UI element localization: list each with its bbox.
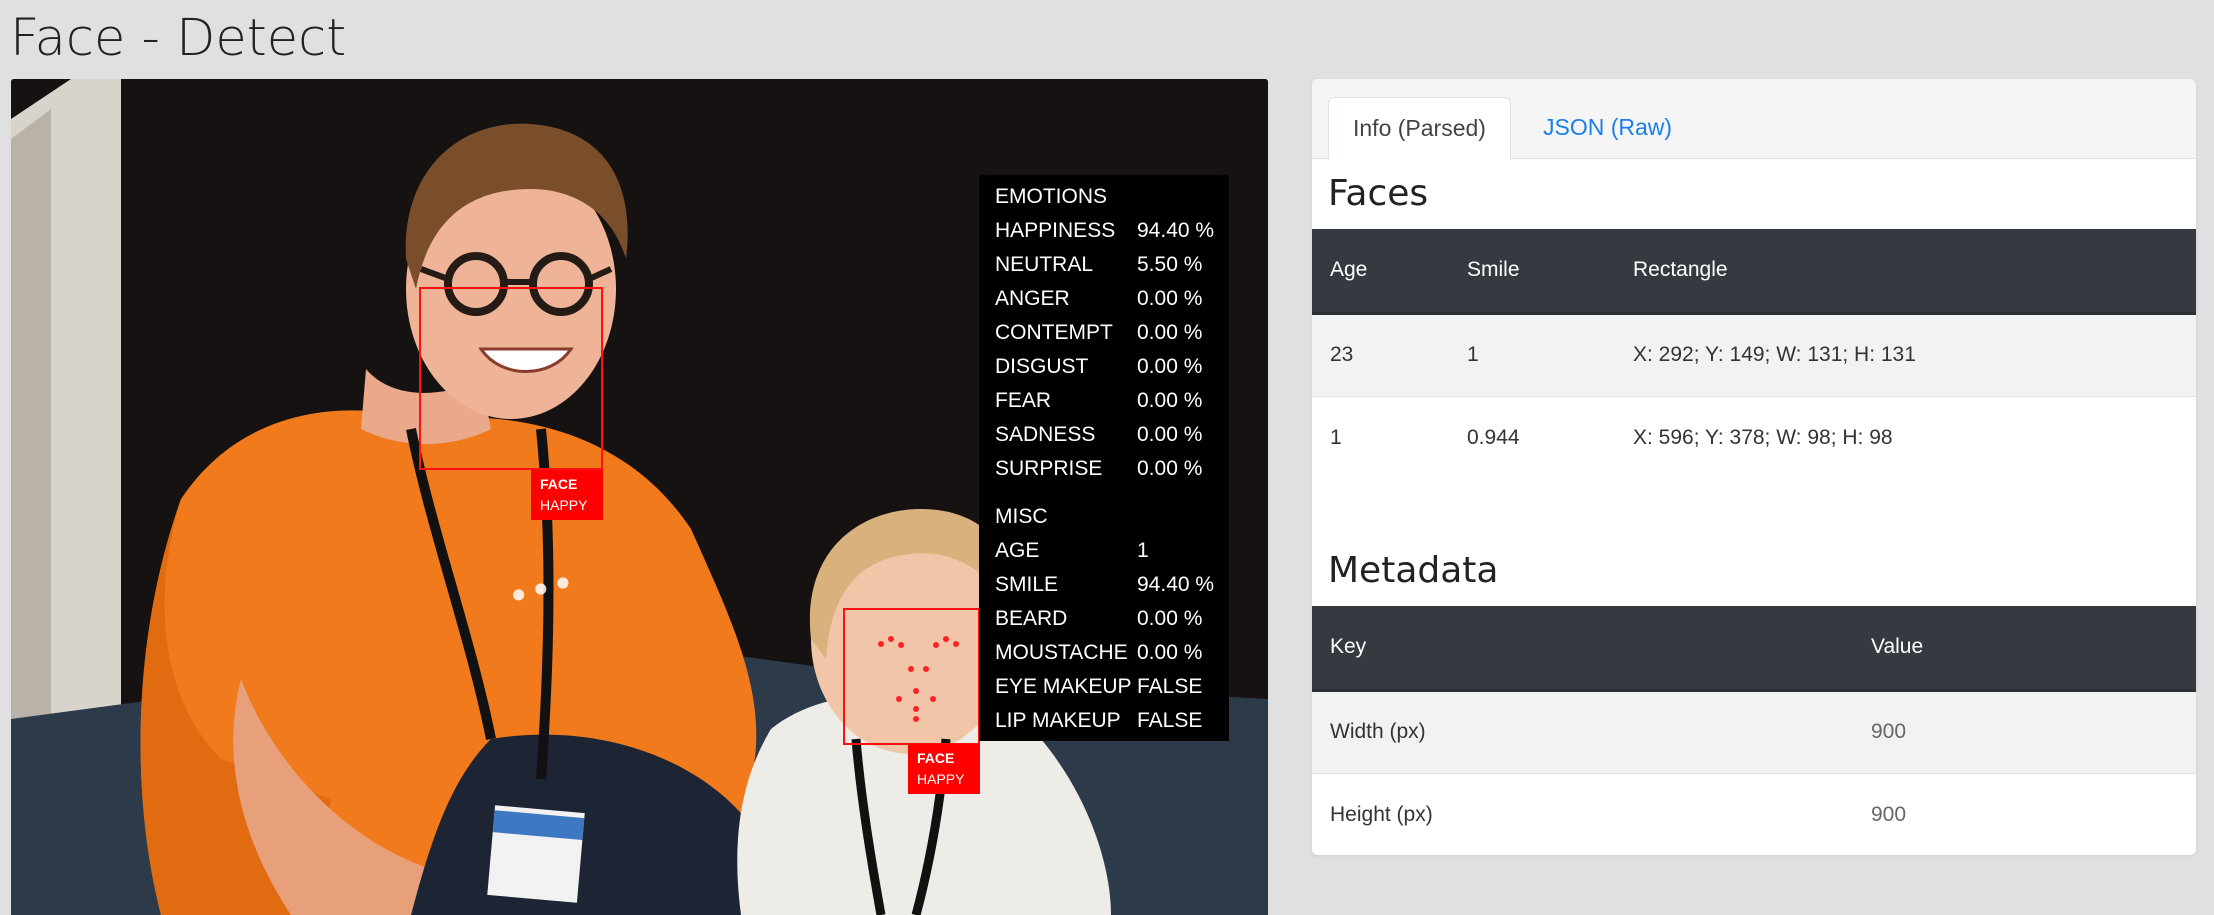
cell-rectangle: X: 292; Y: 149; W: 131; H: 131 (1615, 312, 2196, 396)
table-row: Width (px) 900 (1312, 689, 2196, 773)
emotion-row: FEAR 0.00 % (995, 389, 1203, 412)
misc-heading: MISC (995, 505, 1048, 528)
face-tag-type: FACE (540, 476, 578, 492)
faces-title: Faces (1328, 173, 1429, 214)
table-row: Height (px) 900 (1312, 772, 2196, 855)
tab-info-parsed[interactable]: Info (Parsed) (1328, 97, 1511, 160)
cell-smile: 1 (1449, 312, 1615, 396)
cell-age: 1 (1312, 395, 1449, 479)
emotions-panel: EMOTIONS HAPPINESS 94.40 % NEUTRAL 5.50 % … (979, 175, 1229, 741)
column-header-value: Value (1853, 606, 2196, 692)
column-header-smile: Smile (1449, 229, 1615, 315)
column-header-rectangle: Rectangle (1615, 229, 2196, 315)
column-header-age: Age (1312, 229, 1449, 315)
tab-json-raw[interactable]: JSON (Raw) (1519, 97, 1696, 160)
face-tag-1: FACE HAPPY (531, 470, 603, 520)
face-tag-emotion: HAPPY (540, 497, 588, 513)
page-title: Face - Detect (10, 9, 347, 68)
misc-row: LIP MAKEUP FALSE (995, 709, 1203, 732)
faces-table: Age Smile Rectangle 23 1 X: 292; Y: 149;… (1312, 229, 2196, 479)
cell-rectangle: X: 596; Y: 378; W: 98; H: 98 (1615, 395, 2196, 479)
misc-row: MOUSTACHE 0.00 % (995, 641, 1203, 664)
face-box-1 (419, 287, 603, 470)
emotions-heading: EMOTIONS (995, 185, 1108, 208)
cell-smile: 0.944 (1449, 395, 1615, 479)
cell-key: Width (px) (1312, 689, 1853, 773)
analyzed-photo: ● ● ● FACE HAPPY FACE HAPPY EMOTIONS HAP… (11, 79, 1268, 915)
table-row: 1 0.944 X: 596; Y: 378; W: 98; H: 98 (1312, 395, 2196, 479)
misc-row: SMILE 94.40 % (995, 573, 1215, 596)
table-header-row: Age Smile Rectangle (1312, 229, 2196, 315)
metadata-title: Metadata (1328, 550, 1499, 591)
emotion-row: SADNESS 0.00 % (995, 423, 1203, 446)
face-tag-2: FACE HAPPY (908, 744, 980, 794)
face-tag-emotion: HAPPY (917, 771, 965, 787)
cell-age: 23 (1312, 312, 1449, 396)
emotion-row: SURPRISE 0.00 % (995, 457, 1203, 480)
table-header-row: Key Value (1312, 606, 2196, 692)
emotion-row: ANGER 0.00 % (995, 287, 1203, 310)
emotion-row: CONTEMPT 0.00 % (995, 321, 1203, 344)
results-card: Info (Parsed) JSON (Raw) Faces Age Smile… (1312, 79, 2196, 855)
metadata-table: Key Value Width (px) 900 Height (px) 900 (1312, 606, 2196, 855)
misc-row: AGE 1 (995, 539, 1149, 562)
cell-value: 900 (1853, 689, 2196, 773)
face-tag-type: FACE (917, 750, 955, 766)
emotion-row: DISGUST 0.00 % (995, 355, 1203, 378)
emotion-row: HAPPINESS 94.40 % (995, 219, 1215, 242)
cell-key: Height (px) (1312, 772, 1853, 855)
face-box-2 (843, 608, 980, 745)
table-row: 23 1 X: 292; Y: 149; W: 131; H: 131 (1312, 312, 2196, 396)
misc-row: EYE MAKEUP FALSE (995, 675, 1203, 698)
tab-bar: Info (Parsed) JSON (Raw) (1312, 79, 2196, 160)
cell-value: 900 (1853, 772, 2196, 855)
misc-row: BEARD 0.00 % (995, 607, 1203, 630)
column-header-key: Key (1312, 606, 1853, 692)
emotion-row: NEUTRAL 5.50 % (995, 253, 1203, 276)
